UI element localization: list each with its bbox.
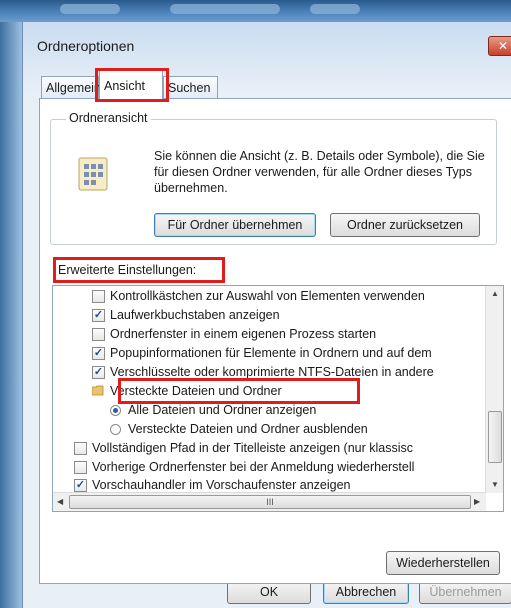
reset-folders-button[interactable]: Ordner zurücksetzen — [330, 213, 480, 237]
background-window-titlebar — [0, 0, 511, 22]
checkbox-checked[interactable]: ✓ — [92, 366, 105, 379]
scroll-right-icon[interactable]: ▶ — [474, 497, 480, 506]
checkbox[interactable] — [74, 461, 87, 474]
highlight-tab-ansicht — [95, 68, 169, 102]
scroll-left-icon[interactable]: ◀ — [57, 497, 63, 506]
vertical-scrollbar[interactable]: ▲ ▼ — [485, 286, 503, 493]
radio-selected[interactable] — [110, 405, 121, 416]
checkbox-checked[interactable]: ✓ — [92, 347, 105, 360]
checkbox[interactable] — [92, 290, 105, 303]
dialog-titlebar[interactable]: Ordneroptionen ✕ — [23, 22, 511, 64]
vertical-scroll-thumb[interactable] — [488, 411, 502, 463]
tab-panel-ansicht: Ordneransicht Sie können die Ansicht (z.… — [39, 98, 511, 584]
checkbox-checked[interactable]: ✓ — [92, 309, 105, 322]
tab-suchen[interactable]: Suchen — [163, 76, 218, 98]
checkbox[interactable] — [74, 442, 87, 455]
cancel-label: Abbrechen — [335, 585, 397, 599]
tree-row-label: Laufwerkbuchstaben anzeigen — [110, 308, 280, 322]
restore-defaults-label: Wiederherstellen — [396, 556, 490, 570]
tree-row-label: Versteckte Dateien und Ordner ausblenden — [128, 422, 368, 436]
horizontal-scroll-thumb[interactable]: III — [69, 495, 471, 509]
checkbox-checked[interactable]: ✓ — [74, 479, 87, 492]
folder-icon — [92, 385, 104, 396]
apply-to-folders-button[interactable]: Für Ordner übernehmen — [154, 213, 316, 237]
ok-label: OK — [259, 585, 279, 599]
folder-view-group-label: Ordneransicht — [66, 111, 151, 125]
folder-view-description: Sie können die Ansicht (z. B. Details od… — [154, 149, 485, 195]
close-button[interactable]: ✕ — [488, 36, 511, 56]
restore-defaults-button[interactable]: Wiederherstellen — [386, 551, 500, 575]
tab-label: Allgemein — [46, 81, 101, 95]
tree-row-label: Popupinformationen für Elemente in Ordne… — [110, 346, 432, 360]
reset-folders-label: Ordner zurücksetzen — [346, 218, 464, 232]
scroll-up-icon[interactable]: ▲ — [491, 289, 499, 298]
radio[interactable] — [110, 424, 121, 435]
tree-row-label: Kontrollkästchen zur Auswahl von Element… — [110, 289, 425, 303]
horizontal-scrollbar[interactable]: ◀ III ▶ — [53, 492, 486, 511]
folder-options-dialog: Ordneroptionen ✕ Allgemein Ansicht Suche… — [22, 22, 511, 608]
tab-label: Suchen — [168, 81, 211, 95]
apply-to-folders-label: Für Ordner übernehmen — [167, 218, 303, 232]
apply-label: Übernehmen — [429, 585, 502, 599]
folder-view-icon — [78, 157, 108, 191]
tab-allgemein[interactable]: Allgemein — [41, 76, 101, 98]
highlight-show-hidden-option — [118, 378, 360, 404]
scroll-down-icon[interactable]: ▼ — [491, 480, 499, 489]
tree-row-label: Vollständigen Pfad in der Titelleiste an… — [92, 441, 414, 455]
checkbox[interactable] — [92, 328, 105, 341]
tree-row-label: Vorherige Ordnerfenster bei der Anmeldun… — [92, 460, 415, 474]
tree-row-label: Ordnerfenster in einem eigenen Prozess s… — [110, 327, 377, 341]
dialog-title: Ordneroptionen — [37, 38, 135, 54]
background-window-frame — [0, 22, 22, 608]
highlight-advanced-label — [53, 257, 225, 283]
